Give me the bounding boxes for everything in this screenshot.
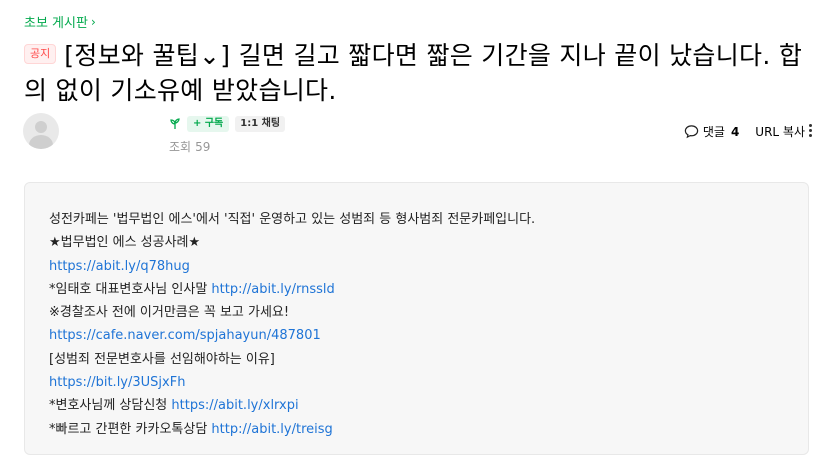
content-link[interactable]: https://abit.ly/q78hug bbox=[49, 259, 190, 274]
content-link[interactable]: https://abit.ly/xlrxpi bbox=[171, 398, 298, 413]
subscribe-button[interactable]: + 구독 bbox=[187, 116, 230, 132]
notice-badge: 공지 bbox=[24, 44, 57, 64]
board-name: 초보 게시판 bbox=[24, 16, 88, 31]
content-line: ★법무법인 에스 성공사례★ bbox=[49, 235, 201, 251]
post-title-area: 공지 [정보와 꿀팁⌄] 길면 길고 짧다면 짧은 기간을 지나 끝이 났습니다.… bbox=[24, 38, 814, 108]
more-icon[interactable] bbox=[809, 124, 813, 138]
views-number: 59 bbox=[195, 140, 211, 154]
author-avatar[interactable] bbox=[23, 113, 59, 149]
comment-button[interactable]: 댓글 4 bbox=[684, 123, 739, 140]
content-text: *변호사님께 상담신청 bbox=[49, 398, 172, 414]
content-link[interactable]: https://bit.ly/3USjxFh bbox=[49, 375, 185, 390]
chevron-right-icon: › bbox=[90, 14, 96, 29]
post-title: [정보와 꿀팁⌄] 길면 길고 짧다면 짧은 기간을 지나 끝이 났습니다. 합… bbox=[24, 41, 803, 105]
content-line: ※경찰조사 전에 이거만큼은 꼭 보고 가세요! bbox=[49, 305, 290, 321]
content-text: *임태호 대표변호사님 인사말 bbox=[49, 281, 212, 297]
content-link[interactable]: http://abit.ly/treisg bbox=[211, 422, 332, 437]
comment-count: 4 bbox=[730, 124, 740, 139]
post-toolbar: 댓글 4 URL 복사 bbox=[684, 123, 805, 140]
view-count: 조회 59 bbox=[169, 138, 210, 155]
board-link[interactable]: 초보 게시판 › bbox=[24, 12, 96, 32]
avatar-placeholder-icon bbox=[35, 121, 47, 133]
chat-button[interactable]: 1:1 채팅 bbox=[235, 116, 286, 132]
views-label: 조회 bbox=[169, 140, 192, 154]
comment-icon bbox=[684, 125, 699, 139]
comment-label: 댓글 bbox=[702, 125, 725, 139]
content-line: [성범죄 전문변호사를 선임해야하는 이유] bbox=[49, 351, 275, 367]
post-content: 성전카페는 '법무법인 에스'에서 '직접' 운영하고 있는 성범죄 등 형사범… bbox=[24, 182, 809, 455]
content-line: 성전카페는 '법무법인 에스'에서 '직접' 운영하고 있는 성범죄 등 형사범… bbox=[49, 212, 536, 227]
author-actions: + 구독 1:1 채팅 bbox=[169, 116, 286, 132]
content-text: *빠르고 간편한 카카오톡상담 bbox=[49, 421, 212, 437]
leaf-icon bbox=[169, 118, 181, 130]
avatar-placeholder-body bbox=[29, 135, 53, 149]
content-link[interactable]: http://abit.ly/rnssld bbox=[211, 282, 334, 297]
url-copy-button[interactable]: URL 복사 bbox=[755, 123, 805, 140]
content-link[interactable]: https://cafe.naver.com/spjahayun/487801 bbox=[49, 328, 321, 343]
